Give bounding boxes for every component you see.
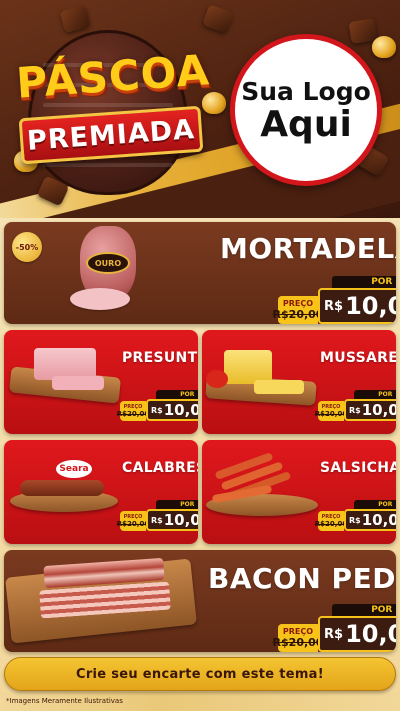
product-name-mussarela: MUSSARELA (320, 350, 396, 366)
por-label: POR (156, 390, 198, 399)
logo-placeholder: Sua Logo Aqui (230, 34, 382, 186)
currency: R$ (349, 515, 361, 525)
por-label: POR (156, 500, 198, 509)
new-price: R$ 10,00 KG (318, 616, 396, 652)
price-tag-mortadela: PREÇO R$20,00 POR R$ 10,00 KG (273, 276, 396, 324)
new-price: R$ 10,00 KG (146, 399, 198, 421)
product-name-bacon: BACON PEDAÇO (208, 562, 396, 595)
footnote: *Imagens Meramente Ilustrativas (6, 697, 123, 705)
price-value: 10,00 (163, 401, 198, 419)
new-price: R$ 10,00 KG (146, 509, 198, 531)
price-tag-bacon: PREÇO R$20,00 POR R$ 10,00 KG (273, 604, 396, 652)
product-card-calabresa[interactable]: Seara CALABRESA PREÇO R$20,00 POR R$ 10,… (4, 440, 198, 544)
currency: R$ (324, 626, 344, 642)
product-name-mortadela: MORTADELA (220, 232, 396, 265)
product-card-bacon[interactable]: BACON PEDAÇO PREÇO R$20,00 POR R$ 10,00 … (4, 550, 396, 652)
product-name-salsicha: SALSICHA (320, 460, 396, 476)
price-value: 10,00 (361, 511, 396, 529)
currency: R$ (151, 515, 163, 525)
por-label: POR (354, 390, 396, 399)
price-value: 10,00 (345, 620, 396, 648)
price-tag-salsicha: PREÇO R$20,00 POR R$ 10,00 KG (314, 500, 396, 531)
header-banner: PÁSCOA PREMIADA Sua Logo Aqui (0, 0, 400, 218)
calabresa-image (20, 480, 104, 496)
mussarela-image (224, 350, 272, 384)
price-value: 10,00 (163, 511, 198, 529)
product-card-presunto[interactable]: PRESUNTO PREÇO R$20,00 POR R$ 10,00 KG (4, 330, 198, 434)
chocolate-piece-icon (59, 5, 91, 33)
old-price: R$20,00 (272, 636, 324, 649)
old-price: R$20,00 (314, 410, 348, 418)
title-pascoa: PÁSCOA (14, 45, 212, 108)
price-tag-mussarela: PREÇO R$20,00 POR R$ 10,00 KG (314, 390, 396, 421)
gold-heart-icon (372, 36, 396, 58)
tomato-icon (206, 370, 228, 388)
price-label: PREÇO (282, 627, 314, 636)
product-name-presunto: PRESUNTO (122, 350, 198, 366)
cta-button[interactable]: Crie seu encarte com este tema! (4, 657, 396, 691)
currency: R$ (151, 405, 163, 415)
product-card-salsicha[interactable]: SALSICHA PREÇO R$20,00 POR R$ 10,00 KG (202, 440, 396, 544)
new-price: R$ 10,00 KG (344, 509, 396, 531)
currency: R$ (324, 298, 344, 314)
mortadela-brand: OURO (94, 258, 122, 268)
price-tag-presunto: PREÇO R$20,00 POR R$ 10,00 KG (116, 390, 198, 421)
old-price: R$20,00 (272, 308, 324, 321)
new-price: R$ 10,00 KG (344, 399, 396, 421)
product-card-mussarela[interactable]: MUSSARELA PREÇO R$20,00 POR R$ 10,00 KG (202, 330, 396, 434)
gold-heart-icon (202, 92, 226, 114)
price-value: 10,00 (345, 292, 396, 320)
seara-logo: Seara (54, 458, 94, 480)
product-name-calabresa: CALABRESA (122, 460, 198, 476)
discount-badge: -50% (12, 232, 42, 262)
product-card-mortadela[interactable]: -50% OURO MORTADELA PREÇO R$20,00 POR R$… (4, 222, 396, 324)
old-price: R$20,00 (314, 520, 348, 528)
old-price: R$20,00 (116, 520, 150, 528)
currency: R$ (349, 405, 361, 415)
old-price: R$20,00 (116, 410, 150, 418)
title-premiada: PREMIADA (26, 113, 196, 157)
por-label: POR (332, 604, 396, 616)
por-label: POR (354, 500, 396, 509)
calabresa-brand: Seara (59, 464, 89, 474)
new-price: R$ 10,00 KG (318, 288, 396, 324)
mortadela-slices (70, 288, 130, 310)
price-label: PREÇO (282, 299, 314, 308)
chocolate-piece-icon (202, 4, 234, 34)
price-tag-calabresa: PREÇO R$20,00 POR R$ 10,00 KG (116, 500, 198, 531)
logo-line-2: Aqui (260, 103, 352, 145)
logo-line-1: Sua Logo (241, 76, 371, 106)
price-value: 10,00 (361, 401, 396, 419)
por-label: POR (332, 276, 396, 288)
